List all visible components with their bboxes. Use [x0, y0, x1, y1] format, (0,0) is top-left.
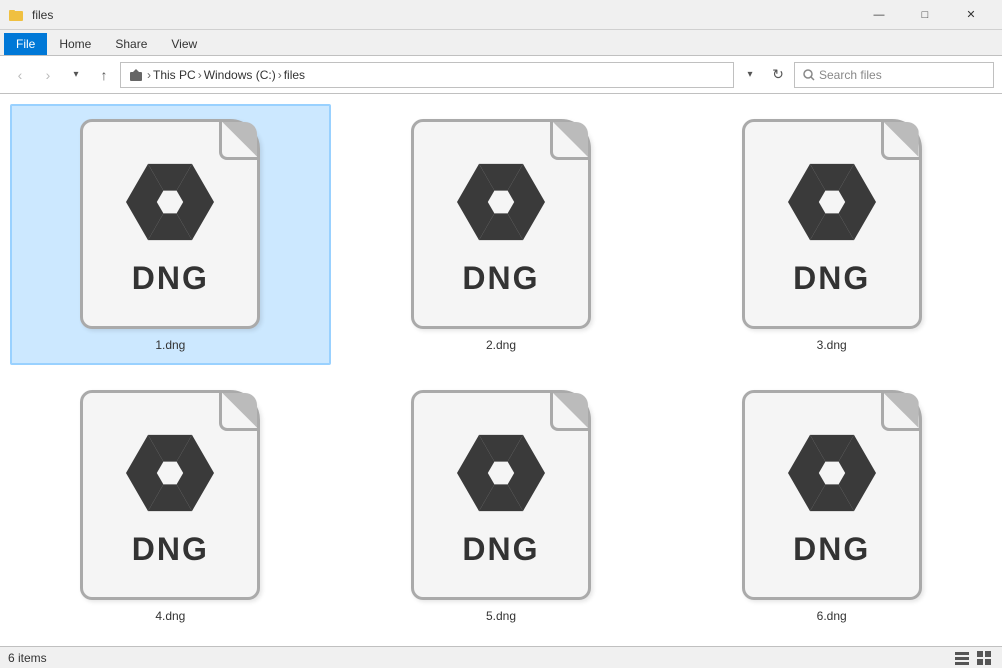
dropdown-button[interactable]: ▾: [738, 63, 762, 87]
title-bar: files — □ ✕: [0, 0, 1002, 30]
aperture-icon: [451, 423, 551, 523]
aperture-icon: [782, 423, 882, 523]
dng-icon: DNG: [732, 385, 932, 605]
recent-locations-button[interactable]: ▾: [64, 63, 88, 87]
file-name-label: 1.dng: [155, 338, 185, 352]
large-icons-view-button[interactable]: [974, 648, 994, 668]
file-type-label: DNG: [462, 260, 539, 297]
file-item[interactable]: DNG 1.dng: [10, 104, 331, 365]
dng-icon: DNG: [70, 114, 270, 334]
tab-view[interactable]: View: [159, 33, 209, 55]
title-buttons: — □ ✕: [856, 0, 994, 30]
aperture-icon: [120, 423, 220, 523]
file-type-label: DNG: [462, 531, 539, 568]
dng-icon: DNG: [70, 385, 270, 605]
file-grid: DNG 1.dng DNG 2.dng DNG 3.dng: [0, 94, 1002, 646]
item-count: 6 items: [8, 651, 47, 665]
details-view-button[interactable]: [952, 648, 972, 668]
file-doc-shape: DNG: [411, 119, 591, 329]
folder-icon: [8, 7, 24, 23]
file-type-label: DNG: [793, 531, 870, 568]
dng-icon: DNG: [401, 385, 601, 605]
refresh-button[interactable]: ↻: [766, 63, 790, 87]
file-doc-shape: DNG: [80, 390, 260, 600]
file-type-label: DNG: [132, 531, 209, 568]
file-name-label: 5.dng: [486, 609, 516, 623]
file-type-label: DNG: [132, 260, 209, 297]
file-name-label: 4.dng: [155, 609, 185, 623]
tab-share[interactable]: Share: [103, 33, 159, 55]
address-bar: ‹ › ▾ ↑ › This PC › Windows (C:) › files…: [0, 56, 1002, 94]
up-button[interactable]: ↑: [92, 63, 116, 87]
path-drive: Windows (C:): [204, 68, 276, 82]
file-doc-shape: DNG: [411, 390, 591, 600]
aperture-icon: [120, 152, 220, 252]
minimize-button[interactable]: —: [856, 0, 902, 30]
file-item[interactable]: DNG 4.dng: [10, 375, 331, 636]
dng-icon: DNG: [732, 114, 932, 334]
file-item[interactable]: DNG 2.dng: [341, 104, 662, 365]
file-doc-shape: DNG: [742, 390, 922, 600]
tab-file[interactable]: File: [4, 33, 47, 55]
search-placeholder: Search files: [819, 68, 882, 82]
forward-button[interactable]: ›: [36, 63, 60, 87]
dng-icon: DNG: [401, 114, 601, 334]
file-item[interactable]: DNG 6.dng: [671, 375, 992, 636]
back-button[interactable]: ‹: [8, 63, 32, 87]
aperture-icon: [782, 152, 882, 252]
file-item[interactable]: DNG 3.dng: [671, 104, 992, 365]
search-icon: [803, 69, 815, 81]
address-path[interactable]: › This PC › Windows (C:) › files: [120, 62, 734, 88]
file-name-label: 2.dng: [486, 338, 516, 352]
file-type-label: DNG: [793, 260, 870, 297]
aperture-icon: [451, 152, 551, 252]
file-doc-shape: DNG: [80, 119, 260, 329]
close-button[interactable]: ✕: [948, 0, 994, 30]
path-thispc: This PC: [153, 68, 196, 82]
tab-home[interactable]: Home: [47, 33, 103, 55]
file-name-label: 6.dng: [817, 609, 847, 623]
ribbon-tabs: File Home Share View: [0, 30, 1002, 56]
path-folder: files: [284, 68, 305, 82]
file-doc-shape: DNG: [742, 119, 922, 329]
title-icons: [8, 7, 24, 23]
file-item[interactable]: DNG 5.dng: [341, 375, 662, 636]
maximize-button[interactable]: □: [902, 0, 948, 30]
search-box[interactable]: Search files: [794, 62, 994, 88]
main-area: DNG 1.dng DNG 2.dng DNG 3.dng: [0, 94, 1002, 646]
view-toggle: [952, 648, 994, 668]
file-name-label: 3.dng: [817, 338, 847, 352]
status-bar: 6 items: [0, 646, 1002, 668]
path-home: [129, 67, 145, 82]
window-title: files: [32, 8, 848, 22]
